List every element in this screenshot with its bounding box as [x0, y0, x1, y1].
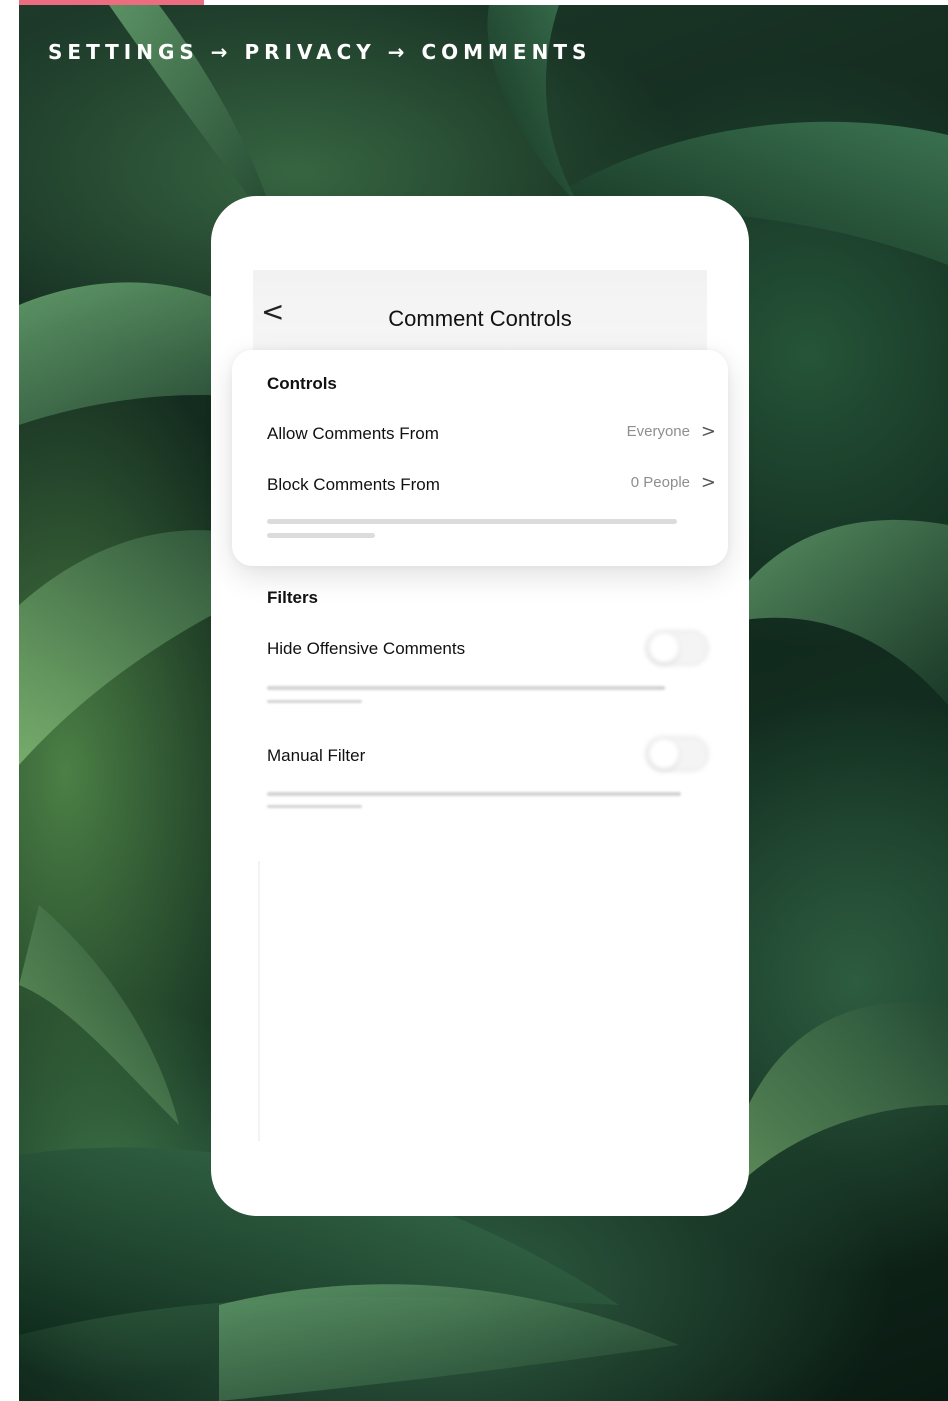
page-title: Comment Controls — [388, 306, 572, 331]
allow-comments-label: Allow Comments From — [267, 424, 439, 443]
placeholder-text-bar — [267, 805, 362, 808]
block-comments-value: 0 People — [630, 474, 690, 491]
hide-offensive-label: Hide Offensive Comments — [267, 639, 466, 658]
manual-filter-row: Manual Filter — [253, 734, 709, 784]
block-comments-label: Block Comments From — [267, 475, 440, 494]
placeholder-text-bar — [267, 533, 375, 538]
manual-filter-label: Manual Filter — [267, 746, 366, 765]
chevron-right-icon: > — [700, 472, 716, 493]
hide-offensive-toggle[interactable] — [645, 630, 709, 666]
nav-bar: < Comment Controls — [253, 270, 707, 350]
toggle-knob — [649, 739, 679, 769]
placeholder-text-bar — [267, 792, 681, 796]
toggle-knob — [649, 633, 679, 663]
block-comments-row[interactable]: Block Comments From 0 People > — [232, 462, 728, 506]
chevron-right-icon: > — [700, 421, 716, 442]
divider — [258, 861, 260, 1141]
manual-filter-toggle[interactable] — [645, 736, 709, 772]
phone-screen: < Comment Controls Controls Allow Commen… — [211, 196, 749, 1216]
filters-heading: Filters — [267, 588, 319, 607]
breadcrumb: SETTINGS → PRIVACY → COMMENTS — [48, 40, 592, 64]
placeholder-text-bar — [267, 700, 362, 703]
allow-comments-value: Everyone — [626, 423, 690, 440]
hide-offensive-row: Hide Offensive Comments — [253, 626, 709, 676]
placeholder-text-bar — [267, 519, 677, 524]
controls-heading: Controls — [267, 374, 337, 393]
placeholder-text-bar — [267, 686, 665, 690]
controls-card: Controls Allow Comments From Everyone > … — [232, 350, 728, 566]
allow-comments-row[interactable]: Allow Comments From Everyone > — [232, 410, 728, 454]
